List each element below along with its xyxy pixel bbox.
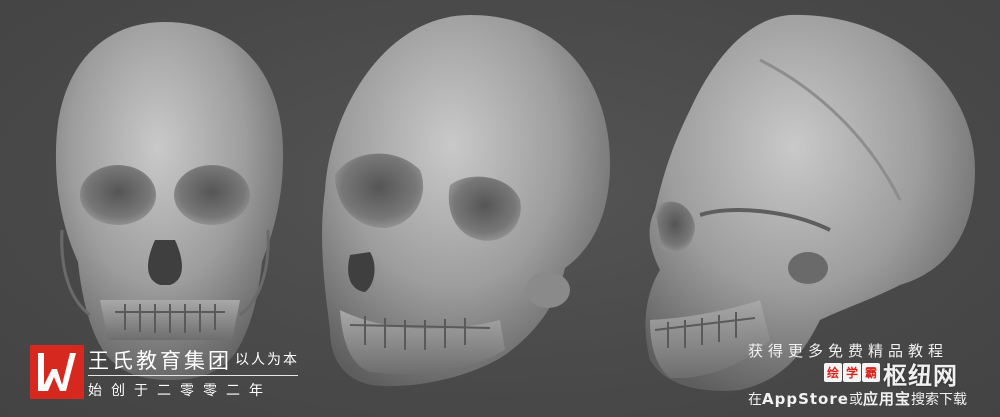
app-logo-chip: 绘 — [824, 363, 843, 382]
promo-watermark: 获得更多免费精品教程 绘学霸 枢纽网 在AppStore或应用宝搜索下载 — [740, 336, 995, 414]
divider — [88, 375, 298, 376]
render-canvas: 王氏教育集团 以人为本 始创于二零零二年 获得更多免费精品教程 绘学霸 枢纽网 … — [0, 0, 1000, 417]
skull-front-view — [55, 22, 284, 380]
app-logo-chip: 霸 — [862, 363, 881, 382]
store-alt: 应用宝 — [862, 390, 911, 408]
store-prefix: 在 — [748, 392, 762, 408]
store-name: AppStore — [762, 390, 849, 408]
org-founded: 始创于二零零二年 — [88, 383, 272, 399]
org-motto: 以人为本 — [235, 352, 299, 368]
store-or: 或 — [848, 392, 863, 408]
store-hint: 在AppStore或应用宝搜索下载 — [748, 388, 967, 409]
skull-three-quarter-view — [322, 15, 611, 387]
skull-side-view — [645, 14, 975, 391]
app-logo-chip: 学 — [843, 363, 862, 382]
app-logo: 绘学霸 — [824, 362, 881, 384]
store-suffix: 搜索下载 — [910, 392, 967, 408]
logo-w-icon — [30, 345, 84, 399]
brand-watermark: 王氏教育集团 以人为本 始创于二零零二年 — [30, 343, 330, 405]
site-name: 枢纽网 — [883, 362, 958, 390]
org-name: 王氏教育集团 — [88, 349, 232, 373]
